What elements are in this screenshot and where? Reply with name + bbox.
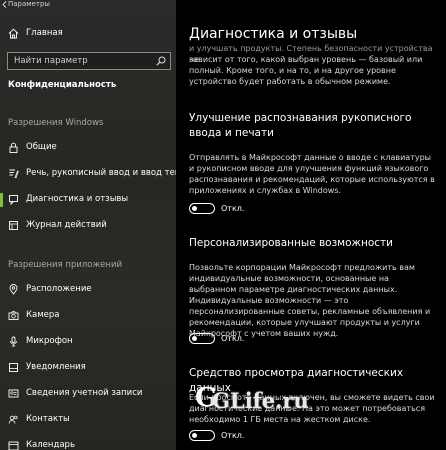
sidebar-item-label: Календарь	[26, 440, 75, 450]
section-description-handwriting: Отправлять в Майкрософт данные о вводе с…	[189, 153, 435, 195]
sidebar-item-label: Сведения учетной записи	[26, 388, 143, 398]
sidebar-item-label: Расположение	[26, 284, 92, 294]
privacy-header: Конфиденциальность	[8, 80, 117, 90]
history-icon	[9, 221, 18, 230]
handwriting-toggle[interactable]	[189, 203, 215, 214]
sidebar-item-account-info[interactable]: Сведения учетной записи	[0, 384, 176, 404]
window-title: Параметры	[8, 0, 50, 8]
sidebar-item-diagnostics[interactable]: Диагностика и отзывы	[0, 190, 176, 210]
sidebar-item-activity-history[interactable]: Журнал действий	[0, 216, 176, 236]
intro-line: зависит от того, какой выбран уровень — …	[189, 55, 423, 64]
section-title-handwriting: Улучшение распознавания рукописного ввод…	[189, 112, 412, 139]
sidebar-item-general[interactable]: Общие	[0, 138, 176, 158]
section-description-tailored: Позвольте корпорации Майкрософт предложи…	[189, 263, 431, 338]
sidebar-item-label: Речь, рукописный ввод и ввод текста	[26, 168, 176, 178]
calendar-icon	[8, 441, 19, 450]
back-arrow-icon[interactable]	[2, 1, 7, 8]
sidebar-item-location[interactable]: Расположение	[0, 280, 176, 300]
search-box[interactable]	[7, 52, 171, 70]
sidebar: Параметры Главная Конфиденциальность Раз…	[0, 0, 176, 450]
section-title-tailored: Персонализированные возможности	[189, 237, 393, 249]
sidebar-item-contacts[interactable]: Контакты	[0, 410, 176, 430]
sidebar-item-label: Контакты	[26, 414, 70, 424]
toggle-state-label: Откл.	[221, 204, 245, 213]
sidebar-item-label: Микрофон	[26, 336, 73, 346]
sidebar-item-label: Общие	[26, 142, 57, 152]
active-indicator	[0, 193, 3, 207]
home-icon	[8, 28, 19, 39]
lock-icon	[9, 142, 18, 153]
toggle-knob	[192, 432, 197, 438]
camera-icon	[8, 311, 19, 320]
speech-icon	[9, 169, 19, 179]
sidebar-item-speech[interactable]: Речь, рукописный ввод и ввод текста	[0, 164, 176, 184]
search-input[interactable]	[14, 55, 144, 67]
tailored-experiences-toggle[interactable]	[189, 333, 215, 344]
notifications-icon	[9, 363, 18, 372]
section-header-apps: Разрешения приложений	[8, 260, 122, 270]
sidebar-item-home[interactable]: Главная	[0, 24, 176, 44]
sidebar-item-label: Журнал действий	[26, 220, 107, 230]
sidebar-item-label: Диагностика и отзывы	[26, 194, 129, 204]
sidebar-item-camera[interactable]: Камера	[0, 306, 176, 326]
sidebar-item-label: Уведомления	[26, 362, 86, 372]
sidebar-item-notifications[interactable]: Уведомления	[0, 358, 176, 378]
sidebar-item-label: Камера	[26, 310, 60, 320]
toggle-knob	[192, 335, 197, 341]
intro-line: полный. Кроме того, и на то, и на другое…	[189, 66, 396, 75]
watermark-text: GLife.ru	[212, 388, 309, 413]
toggle-knob	[192, 205, 197, 211]
section-header-windows: Разрешения Windows	[8, 118, 104, 128]
toggle-state-label: Откл.	[221, 334, 245, 343]
account-icon	[8, 389, 19, 398]
sidebar-item-label: Главная	[26, 28, 63, 38]
feedback-icon	[9, 195, 18, 205]
sidebar-item-microphone[interactable]: Микрофон	[0, 332, 176, 352]
intro-line: устройство будет работать в обычном режи…	[189, 77, 391, 86]
microphone-icon	[10, 336, 17, 347]
diagnostic-viewer-toggle[interactable]	[189, 430, 215, 441]
page-title: Диагностика и отзывы	[189, 26, 358, 42]
sidebar-item-calendar[interactable]: Календарь	[0, 436, 176, 450]
contacts-icon	[8, 415, 18, 424]
location-icon	[9, 284, 18, 295]
search-icon[interactable]	[156, 56, 166, 66]
toggle-state-label: Откл.	[221, 431, 245, 440]
